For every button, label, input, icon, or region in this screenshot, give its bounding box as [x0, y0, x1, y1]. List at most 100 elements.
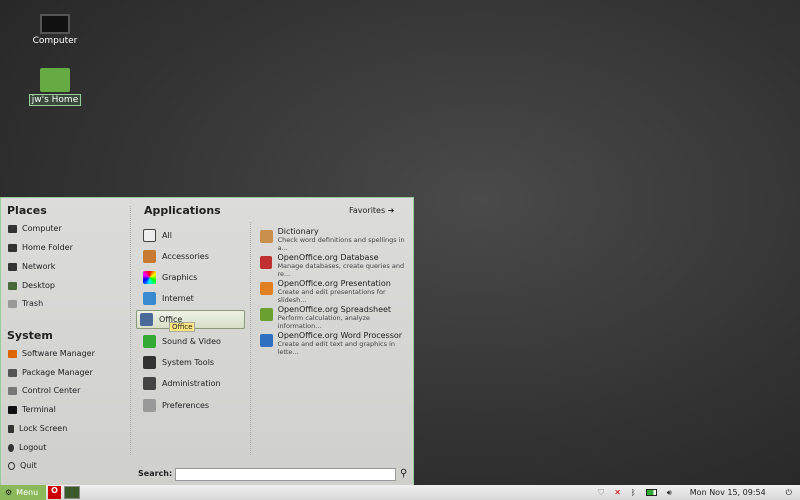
network-icon [8, 262, 17, 271]
power-icon [8, 461, 15, 470]
software-manager-icon [8, 349, 17, 358]
place-home[interactable]: Home Folder [8, 243, 73, 252]
volume-icon[interactable]: 🔊︎ [667, 488, 672, 498]
app-description: Perform calculation, analyze information… [277, 314, 370, 330]
place-computer[interactable]: Computer [8, 224, 62, 233]
search-label: Search: [138, 469, 173, 478]
app-description: Check word definitions and spellings in … [277, 236, 405, 252]
app-icon [260, 230, 273, 243]
label: Terminal [22, 405, 56, 414]
divider [130, 206, 131, 455]
app-name: OpenOffice.org Word Processor [277, 331, 403, 340]
system-quit[interactable]: Quit [8, 461, 37, 470]
label: All [162, 231, 172, 240]
label: Logout [19, 443, 47, 452]
category-accessories[interactable]: Accessories [140, 247, 244, 266]
favorites-button[interactable]: Favorites ➔ [349, 206, 394, 215]
label: Quit [20, 461, 37, 470]
label: Favorites [349, 206, 386, 215]
office-icon [140, 313, 153, 326]
accessories-icon [143, 250, 156, 263]
logout-icon [8, 443, 14, 452]
menu-button[interactable]: ⚙ Menu [0, 485, 46, 500]
system-logout[interactable]: Logout [8, 443, 46, 452]
graphics-icon [143, 271, 156, 284]
internet-icon [143, 292, 156, 305]
computer-icon [8, 224, 17, 233]
label: Preferences [162, 401, 210, 410]
category-all[interactable]: All [140, 226, 244, 245]
bluetooth-icon[interactable]: ᛒ [631, 488, 636, 497]
network-disconnected-icon[interactable]: ✕ [614, 488, 621, 497]
home-folder-icon [40, 68, 70, 92]
label: Trash [22, 299, 44, 308]
desktop-icon-home[interactable]: jw's Home [25, 68, 85, 106]
app-description: Create and edit presentations for slides… [277, 288, 386, 304]
app-item[interactable]: OpenOffice.org Database Manage databases,… [260, 253, 413, 278]
app-item[interactable]: Dictionary Check word definitions and spe… [260, 227, 413, 252]
category-sound-video[interactable]: Sound & Video [140, 332, 244, 351]
label: Graphics [162, 273, 198, 282]
category-internet[interactable]: Internet [140, 289, 244, 308]
place-trash[interactable]: Trash [8, 299, 43, 308]
preferences-icon [143, 399, 156, 412]
all-icon [143, 229, 156, 242]
divider [250, 222, 251, 455]
shield-icon[interactable]: ⛉ [598, 488, 604, 498]
system-software-manager[interactable]: Software Manager [8, 349, 95, 358]
trash-icon [8, 299, 17, 308]
tooltip: Office [169, 322, 196, 332]
control-center-icon [8, 386, 17, 395]
search-icon[interactable]: ⚲ [400, 468, 407, 479]
opera-launcher-icon[interactable]: O [48, 486, 61, 499]
system-terminal[interactable]: Terminal [8, 405, 56, 414]
app-description: Manage databases, create queries and re.… [277, 262, 405, 278]
applications-heading: Applications [144, 204, 221, 217]
app-item[interactable]: OpenOffice.org Presentation Create and ed… [260, 279, 413, 304]
lock-icon [8, 424, 14, 433]
places-heading: Places [7, 204, 47, 217]
app-description: Create and edit text and graphics in let… [277, 340, 395, 356]
label: Control Center [22, 386, 81, 395]
home-icon [8, 243, 17, 252]
label: Desktop [22, 281, 55, 290]
application-menu: Places Computer Home Folder Network Desk… [0, 197, 414, 485]
desktop-icon-label: Computer [32, 36, 78, 46]
label: Accessories [162, 252, 209, 261]
app-item[interactable]: OpenOffice.org Word Processor Create and … [260, 331, 413, 356]
label: Software Manager [22, 349, 95, 358]
category-administration[interactable]: Administration [140, 374, 244, 393]
category-graphics[interactable]: Graphics [140, 268, 244, 287]
app-item[interactable]: OpenOffice.org Spreadsheet Perform calcul… [260, 305, 413, 330]
gear-icon: ⚙ [5, 488, 13, 497]
place-network[interactable]: Network [8, 262, 55, 271]
label: Home Folder [22, 243, 73, 252]
battery-icon[interactable] [645, 489, 657, 496]
system-lock-screen[interactable]: Lock Screen [8, 424, 67, 433]
desktop-icon-label: jw's Home [28, 94, 82, 106]
label: System Tools [162, 358, 215, 367]
monitor-icon [40, 14, 70, 34]
package-icon [8, 368, 17, 377]
system-control-center[interactable]: Control Center [8, 386, 80, 395]
app-icon [260, 282, 273, 295]
category-preferences[interactable]: Preferences [140, 396, 244, 415]
app-name: OpenOffice.org Database [277, 253, 379, 262]
label: Network [22, 262, 56, 271]
system-package-manager[interactable]: Package Manager [8, 368, 93, 377]
app-icon [260, 308, 273, 321]
arrow-right-icon: ➔ [387, 206, 395, 215]
app-name: OpenOffice.org Spreadsheet [277, 305, 392, 314]
place-desktop[interactable]: Desktop [8, 281, 55, 290]
clock[interactable]: Mon Nov 15, 09:54 [690, 488, 766, 497]
search-input[interactable] [175, 468, 396, 481]
label: Sound & Video [162, 337, 221, 346]
taskbar: ⚙ Menu O ⛉ ✕ ᛒ 🔊︎ Mon Nov 15, 09:54 ⏻ [0, 485, 800, 500]
desktop-icon [8, 281, 17, 290]
app-name: Dictionary [277, 227, 319, 236]
desktop-icon-computer[interactable]: Computer [25, 14, 85, 46]
terminal-icon [8, 405, 17, 414]
power-icon[interactable]: ⏻ [786, 488, 792, 498]
category-system-tools[interactable]: System Tools [140, 353, 244, 372]
show-desktop-icon[interactable] [64, 486, 80, 499]
